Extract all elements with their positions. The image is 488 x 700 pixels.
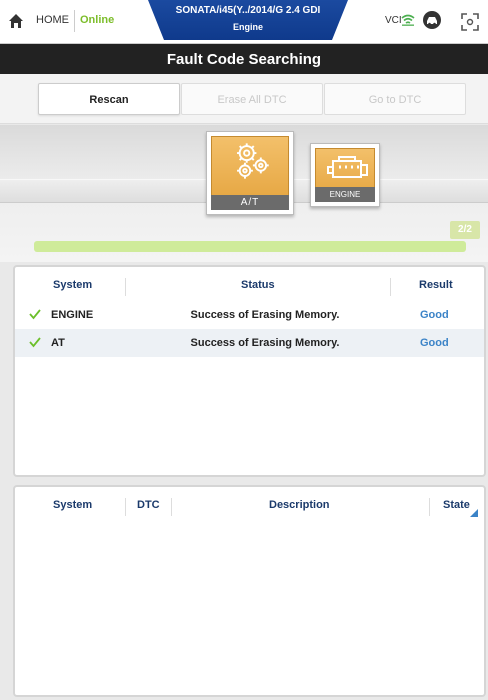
col-separator (125, 498, 126, 516)
divider (74, 10, 75, 32)
col-status: Status (241, 279, 275, 291)
progress-bar (34, 241, 466, 252)
toolbar: Rescan Erase All DTC Go to DTC (0, 74, 488, 124)
module-engine[interactable]: ENGINE (310, 143, 380, 207)
wifi-icon (401, 14, 415, 26)
row-status: Success of Erasing Memory. (190, 309, 340, 321)
col-result: Result (419, 279, 453, 291)
col-separator (171, 498, 172, 516)
module-at-label: A/T (211, 195, 289, 210)
home-icon[interactable] (8, 13, 24, 29)
top-bar: HOME Online SONATA/i45(Y../2014/G 2.4 GD… (0, 0, 488, 44)
fullscreen-icon[interactable] (460, 12, 480, 32)
module-at[interactable]: A/T (206, 131, 294, 215)
col-state[interactable]: State (443, 499, 470, 511)
col-separator (125, 278, 126, 296)
row-result: Good (420, 337, 449, 349)
table-row[interactable]: ENGINE Success of Erasing Memory. Good (15, 301, 484, 329)
dtc-table-header: System DTC Description State (15, 487, 484, 523)
row-result: Good (420, 309, 449, 321)
online-status: Online (80, 14, 115, 26)
col-dtc: DTC (137, 499, 160, 511)
vehicle-connection-icon[interactable] (422, 10, 442, 30)
vci-label: VCI (385, 15, 402, 26)
module-engine-label: ENGINE (315, 187, 375, 202)
gears-icon (237, 143, 269, 179)
row-system: AT (51, 337, 65, 349)
result-panel: System Status Result ENGINE Success of E… (13, 265, 486, 477)
check-icon (29, 337, 41, 348)
row-status: Success of Erasing Memory. (190, 337, 340, 349)
row-system: ENGINE (51, 309, 94, 321)
engine-icon (327, 156, 368, 178)
erase-all-dtc-button[interactable]: Erase All DTC (181, 83, 323, 115)
result-table-header: System Status Result (15, 267, 484, 303)
check-icon (29, 309, 41, 320)
module-counter: 2/2 (450, 221, 480, 239)
vehicle-system: Engine (232, 22, 263, 32)
col-description: Description (269, 499, 330, 511)
rescan-button[interactable]: Rescan (38, 83, 180, 115)
sort-icon[interactable] (470, 509, 478, 517)
table-row[interactable]: AT Success of Erasing Memory. Good (15, 329, 484, 357)
dtc-panel: System DTC Description State (13, 485, 486, 697)
col-system: System (53, 279, 93, 291)
col-system: System (53, 499, 93, 511)
vehicle-model: SONATA/i45(Y../2014/G 2.4 GDI (175, 5, 321, 16)
page-title: Fault Code Searching (0, 44, 488, 74)
col-separator (429, 498, 430, 516)
col-separator (390, 278, 391, 296)
go-to-dtc-button[interactable]: Go to DTC (324, 83, 466, 115)
home-label[interactable]: HOME (36, 14, 69, 26)
